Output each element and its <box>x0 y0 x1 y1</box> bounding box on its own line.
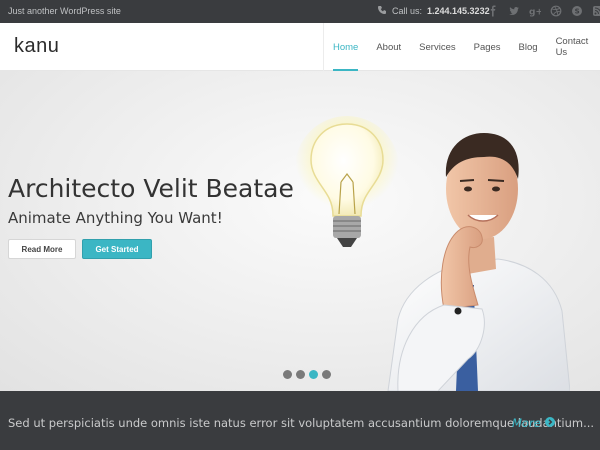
more-label: More <box>512 416 541 430</box>
banner-text: Sed ut perspiciatis unde omnis iste natu… <box>8 416 595 430</box>
nav-pages[interactable]: Pages <box>465 23 510 71</box>
google-plus-icon[interactable]: g+ <box>528 4 542 18</box>
nav-blog[interactable]: Blog <box>510 23 547 71</box>
svg-text:S: S <box>575 8 580 16</box>
hero-slider: Architecto Velit Beatae Animate Anything… <box>0 71 600 391</box>
call-label: Call us: <box>392 6 423 16</box>
phone-icon <box>377 5 387 17</box>
top-bar: Just another WordPress site Call us: 1.2… <box>0 0 600 23</box>
intro-banner: Sed ut perspiciatis unde omnis iste natu… <box>0 391 600 450</box>
nav-services[interactable]: Services <box>410 23 464 71</box>
twitter-icon[interactable] <box>507 4 521 18</box>
svg-text:g+: g+ <box>529 8 541 18</box>
facebook-icon[interactable] <box>486 4 500 18</box>
site-logo[interactable]: kanu <box>14 35 59 58</box>
main-nav: Home About Services Pages Blog Contact U… <box>323 23 600 71</box>
slider-dot-2[interactable] <box>296 370 305 379</box>
chevron-right-circle-icon <box>544 416 555 430</box>
site-tagline: Just another WordPress site <box>8 6 121 16</box>
dribbble-icon[interactable] <box>549 4 563 18</box>
phone-number: 1.244.145.3232 <box>427 6 490 16</box>
hero-title: Architecto Velit Beatae <box>8 174 294 203</box>
slider-dot-3[interactable] <box>309 370 318 379</box>
slider-dot-1[interactable] <box>283 370 292 379</box>
read-more-button[interactable]: Read More <box>8 239 76 259</box>
skype-icon[interactable]: S <box>570 4 584 18</box>
more-link[interactable]: More <box>512 416 555 430</box>
nav-about[interactable]: About <box>367 23 410 71</box>
social-links: g+ S <box>486 4 600 18</box>
site-header: kanu Home About Services Pages Blog Cont… <box>0 23 600 71</box>
businessman-image <box>387 133 570 391</box>
nav-contact-us[interactable]: Contact Us <box>547 23 600 71</box>
get-started-button[interactable]: Get Started <box>82 239 152 259</box>
contact-phone: Call us: 1.244.145.3232 <box>377 5 490 17</box>
nav-home[interactable]: Home <box>324 23 367 71</box>
hero-subtitle: Animate Anything You Want! <box>8 209 223 227</box>
rss-icon[interactable] <box>591 4 600 18</box>
slider-dot-4[interactable] <box>322 370 331 379</box>
slider-pagination <box>283 370 331 379</box>
